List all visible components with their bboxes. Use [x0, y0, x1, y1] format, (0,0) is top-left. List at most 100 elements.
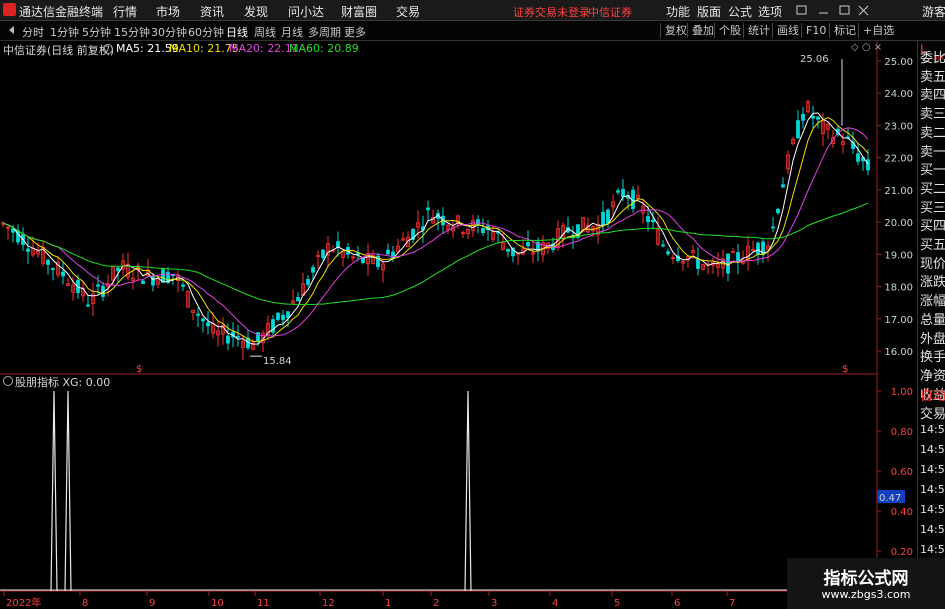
quote-field-9: 买四	[920, 219, 945, 235]
tool-draw[interactable]: 画线	[772, 23, 803, 38]
time-tick-label: 5	[614, 598, 620, 609]
indicator-settings-icon[interactable]	[3, 376, 13, 386]
candle-body	[201, 318, 205, 322]
candle-body	[311, 267, 315, 273]
candle-body	[781, 184, 785, 188]
menu-function[interactable]: 功能	[666, 3, 690, 20]
trade-login-notice[interactable]: 证券交易未登录	[513, 4, 590, 20]
candle-body	[51, 267, 55, 270]
quote-field-15: 外盘	[920, 331, 945, 347]
price-tick-label: 22.00	[884, 154, 913, 165]
menu-trade[interactable]: 交易	[396, 3, 420, 20]
candle-body	[141, 280, 145, 284]
price-tick-label: 16.00	[884, 347, 913, 358]
candle-body	[796, 120, 800, 139]
candle-body	[426, 207, 430, 211]
quote-field-12: 涨跌	[920, 275, 945, 291]
menu-news[interactable]: 资讯	[200, 3, 224, 20]
indicator-tick-label: 0.60	[891, 467, 913, 478]
candle-body	[236, 335, 240, 338]
menu-formula[interactable]: 公式	[728, 3, 752, 20]
tool-stock[interactable]: 个股	[714, 23, 745, 38]
app-title: 通达信金融终端	[19, 5, 104, 19]
tick-time-6: 14:56	[920, 543, 945, 556]
menu-ask[interactable]: 问小达	[288, 3, 324, 20]
price-tick-label: 21.00	[884, 186, 913, 197]
watermark: 指标公式网 www.zbgs3.com	[787, 558, 945, 609]
tick-time-3: 14:56	[920, 483, 945, 496]
candle-body	[181, 284, 185, 287]
menu-discover[interactable]: 发现	[244, 3, 268, 20]
auto-label[interactable]: 自动	[920, 385, 945, 404]
app-logo-icon	[3, 3, 16, 16]
kline-chart[interactable]: 25.0024.0023.0022.0021.0020.0019.0018.00…	[0, 41, 945, 609]
candle-body	[46, 259, 50, 265]
menu-market[interactable]: 市场	[156, 3, 180, 20]
period-tick[interactable]: 分时	[22, 24, 44, 40]
price-tick-label: 20.00	[884, 218, 913, 229]
period-5min[interactable]: 5分钟	[82, 24, 111, 40]
period-bar: 分时 1分钟 5分钟 15分钟 30分钟 60分钟 日线 周线 月线 多周期 更…	[0, 21, 945, 41]
candle-body	[771, 226, 775, 229]
broker-notice[interactable]: 中信证券	[588, 4, 632, 20]
candle-body	[61, 271, 65, 277]
candle-body	[526, 242, 530, 247]
ma-settings-icon[interactable]	[103, 44, 113, 54]
time-tick-label: 9	[149, 598, 155, 609]
candle-body	[321, 249, 325, 259]
quote-field-16: 换手	[920, 350, 945, 366]
candle-body	[646, 216, 650, 223]
quote-field-4: 卖二	[920, 125, 945, 141]
ma60-label: MA60: 20.89	[289, 42, 359, 55]
time-tick-label: 4	[552, 598, 558, 609]
menu-options[interactable]: 选项	[758, 3, 782, 20]
tick-time-1: 14:56	[920, 443, 945, 456]
period-multi[interactable]: 多周期	[308, 24, 341, 40]
candle-body	[26, 248, 30, 252]
menu-wealth[interactable]: 财富圈	[341, 3, 377, 20]
candle-body	[606, 209, 610, 224]
maximize-icon	[839, 5, 850, 15]
candle-body	[386, 249, 390, 255]
time-tick-label: 7	[729, 598, 735, 609]
tool-stats[interactable]: 统计	[743, 23, 774, 38]
trade-label[interactable]: 交易	[920, 403, 945, 422]
candle-body	[776, 208, 780, 214]
indicator-tick-label: 0.80	[891, 427, 913, 438]
tool-mark[interactable]: 标记	[829, 23, 860, 38]
collapse-left-icon[interactable]	[9, 26, 14, 34]
time-tick-label: 12	[322, 598, 335, 609]
period-daily[interactable]: 日线	[226, 24, 248, 40]
tick-time-2: 14:56	[920, 463, 945, 476]
tool-add-watchlist[interactable]: +自选	[858, 23, 898, 38]
period-60min[interactable]: 60分钟	[188, 24, 224, 40]
menu-layout[interactable]: 版面	[697, 3, 721, 20]
period-15min[interactable]: 15分钟	[114, 24, 150, 40]
candle-body	[616, 190, 620, 193]
period-more[interactable]: 更多	[344, 24, 366, 40]
period-30min[interactable]: 30分钟	[151, 24, 187, 40]
tick-time-0: 14:56	[920, 423, 945, 436]
period-1min[interactable]: 1分钟	[50, 24, 79, 40]
candle-body	[601, 211, 605, 226]
candle-body	[196, 313, 200, 316]
candle-body	[696, 258, 700, 269]
candle-body	[481, 228, 485, 234]
candle-body	[361, 257, 365, 263]
chart-option-icons[interactable]: ◇ ○ ×	[851, 42, 882, 53]
time-tick-label: 10	[211, 598, 224, 609]
indicator-tick-label: 0.20	[891, 547, 913, 558]
menu-quotes[interactable]: 行情	[113, 3, 137, 20]
window-controls	[796, 5, 869, 16]
ma5-line	[2, 112, 869, 345]
candle-body	[801, 114, 805, 121]
period-weekly[interactable]: 周线	[254, 24, 276, 40]
menu-bar: 通达信金融终端 行情 市场 资讯 发现 问小达 财富圈 交易 证券交易未登录 中…	[0, 0, 945, 21]
indicator-tick-label: 0.40	[891, 507, 913, 518]
period-monthly[interactable]: 月线	[281, 24, 303, 40]
guest-label[interactable]: 游客	[922, 3, 945, 20]
quote-field-17: 净资	[920, 368, 945, 384]
watermark-url: www.zbgs3.com	[821, 588, 911, 601]
quote-field-3: 卖三	[920, 107, 945, 123]
tool-f10[interactable]: F10	[801, 23, 830, 38]
